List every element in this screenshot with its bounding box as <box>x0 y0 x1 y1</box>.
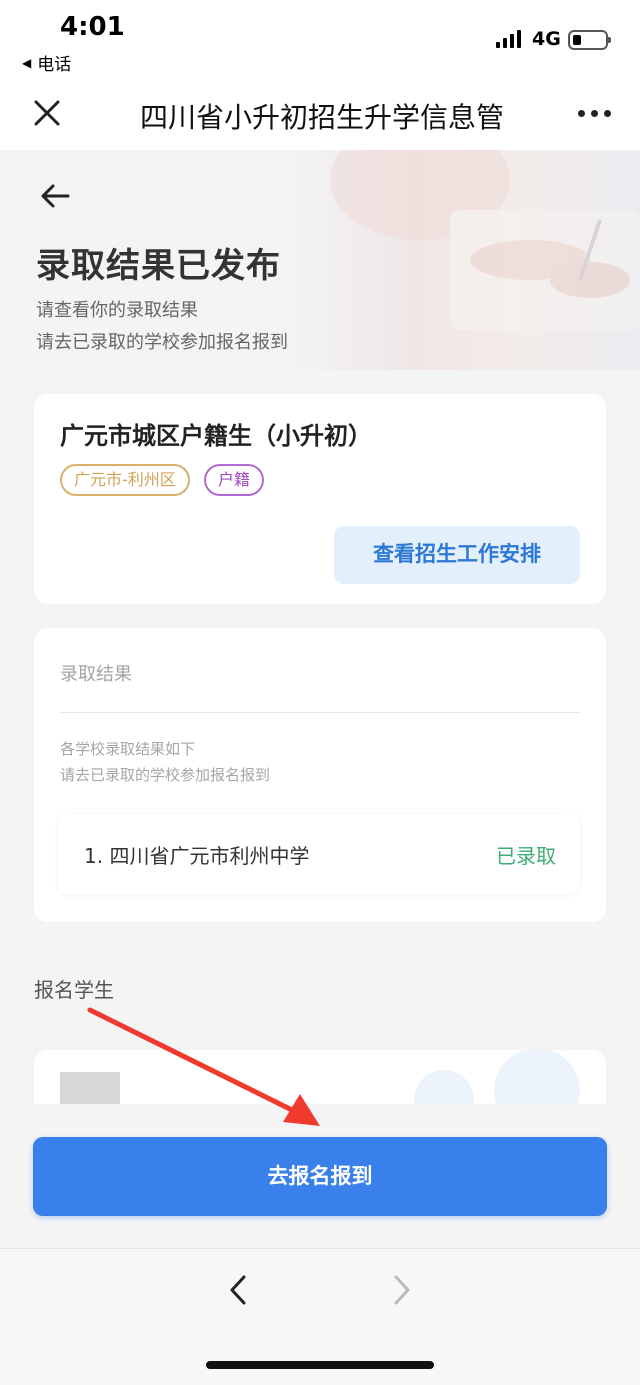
enrollment-type-title: 广元市城区户籍生（小升初） <box>60 422 372 450</box>
battery-icon <box>568 30 611 50</box>
subtitle-line-1: 请查看你的录取结果 <box>36 300 198 321</box>
school-row[interactable]: 1. 四川省广元市利州中学 已录取 <box>58 814 580 894</box>
close-icon[interactable] <box>30 96 64 130</box>
home-indicator <box>206 1361 434 1369</box>
decor-circle <box>414 1070 474 1104</box>
back-app-label: 电话 <box>37 55 72 75</box>
region-tag: 广元市-利州区 <box>60 464 190 496</box>
result-section-label: 录取结果 <box>60 664 132 685</box>
result-hint-line-1: 各学校录取结果如下 <box>60 740 196 758</box>
more-icon[interactable] <box>578 110 611 117</box>
students-section-label: 报名学生 <box>34 978 114 1002</box>
decor-circle <box>494 1050 580 1104</box>
back-triangle-icon: ◀ <box>22 55 32 70</box>
student-card[interactable] <box>34 1050 606 1104</box>
huji-tag: 户籍 <box>204 464 265 496</box>
back-arrow-icon[interactable] <box>38 178 74 214</box>
back-to-app[interactable]: ◀ 电话 <box>22 50 71 75</box>
status-time: 4:01 <box>60 12 125 42</box>
go-register-button[interactable]: 去报名报到 <box>33 1137 607 1216</box>
school-name: 1. 四川省广元市利州中学 <box>84 844 310 868</box>
result-title: 录取结果已发布 <box>36 246 281 286</box>
signal-icon <box>496 30 521 48</box>
network-type: 4G <box>532 28 561 50</box>
banner-illustration <box>330 150 640 330</box>
page-title: 四川省小升初招生升学信息管 <box>140 101 505 134</box>
view-schedule-button[interactable]: 查看招生工作安排 <box>334 526 580 584</box>
browser-toolbar <box>0 1248 640 1385</box>
status-bar: 4:01 ◀ 电话 4G <box>0 0 640 80</box>
browser-back-icon[interactable] <box>226 1273 250 1307</box>
subtitle-line-2: 请去已录取的学校参加报名报到 <box>36 332 288 353</box>
webview-nav-bar: 四川省小升初招生升学信息管 <box>0 80 640 150</box>
browser-forward-icon[interactable] <box>390 1273 414 1307</box>
result-hint-line-2: 请去已录取的学校参加报名报到 <box>60 766 271 784</box>
enrollment-card: 广元市城区户籍生（小升初） 广元市-利州区 户籍 查看招生工作安排 <box>34 394 606 604</box>
result-card: 录取结果 各学校录取结果如下 请去已录取的学校参加报名报到 1. 四川省广元市利… <box>34 628 606 922</box>
blurred-student-avatar <box>60 1072 120 1104</box>
divider <box>60 712 580 713</box>
admission-status: 已录取 <box>496 844 556 868</box>
